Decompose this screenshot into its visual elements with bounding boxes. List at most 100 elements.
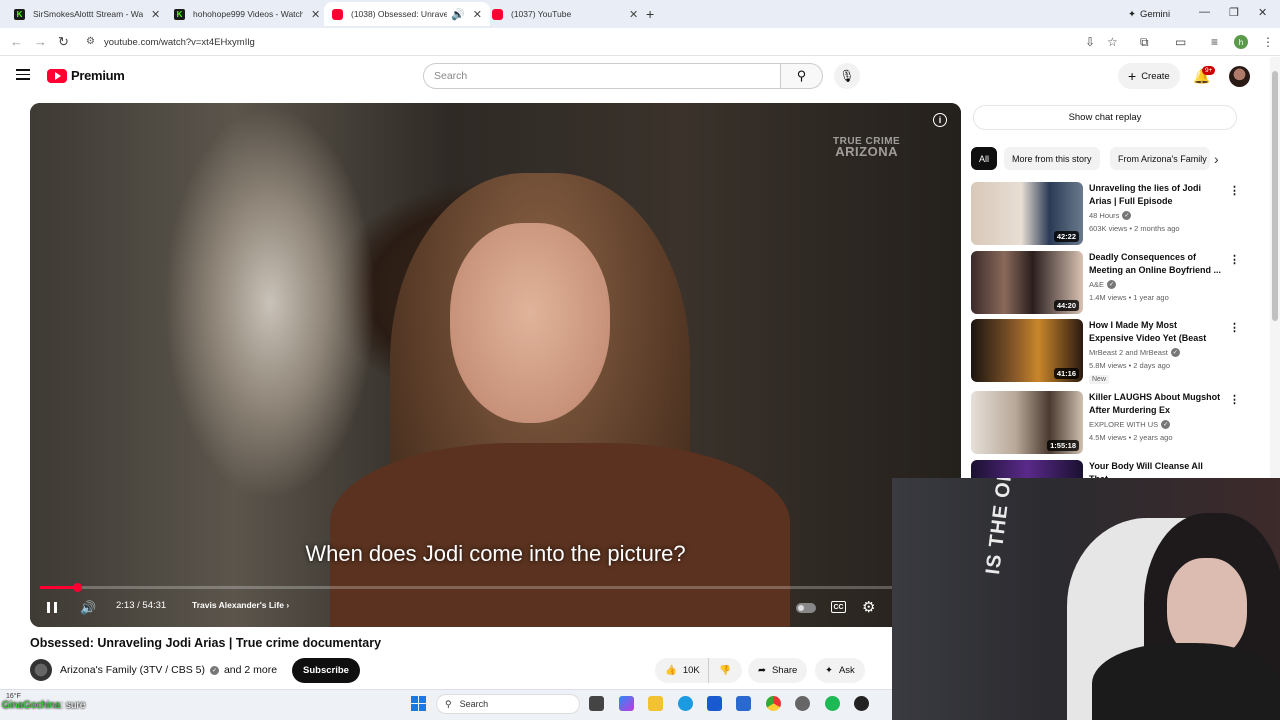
- cast-icon[interactable]: ▭: [1175, 35, 1186, 49]
- site-info-icon[interactable]: ⚙: [86, 36, 95, 47]
- gemini-button[interactable]: ✦ Gemini: [1122, 5, 1176, 23]
- share-button[interactable]: ➦ Share: [748, 658, 808, 683]
- reco-channel[interactable]: 48 Hours ✓: [1089, 211, 1132, 220]
- spotify-icon[interactable]: [825, 696, 840, 711]
- subscribe-button[interactable]: Subscribe: [292, 658, 360, 683]
- file-explorer-icon[interactable]: [648, 696, 663, 711]
- voice-search-button[interactable]: 🎙: [834, 63, 860, 89]
- reco-title[interactable]: Unraveling the lies of Jodi Arias | Full…: [1089, 182, 1224, 208]
- account-avatar[interactable]: [1229, 66, 1250, 87]
- reco-channel[interactable]: MrBeast 2 and MrBeast ✓: [1089, 348, 1180, 357]
- windows-start-icon[interactable]: [411, 696, 426, 711]
- more-options-icon[interactable]: ⋮: [1229, 184, 1240, 197]
- restore-icon[interactable]: ❐: [1229, 6, 1239, 19]
- more-menu-icon[interactable]: ⋮: [1262, 35, 1274, 49]
- reload-icon[interactable]: ↻: [58, 34, 69, 50]
- new-tab-icon[interactable]: +: [646, 6, 654, 22]
- show-chat-replay-button[interactable]: Show chat replay: [973, 105, 1237, 130]
- reco-channel[interactable]: EXPLORE WITH US ✓: [1089, 420, 1171, 429]
- weather-widget[interactable]: 16°F: [6, 693, 21, 700]
- reco-channel[interactable]: A&E ✓: [1089, 280, 1117, 289]
- obs-icon[interactable]: [854, 696, 869, 711]
- profile-avatar[interactable]: h: [1234, 35, 1248, 49]
- video-thumbnail[interactable]: [971, 460, 1083, 478]
- copilot-icon[interactable]: [619, 696, 634, 711]
- settings-icon[interactable]: [795, 696, 810, 711]
- browser-tab-active[interactable]: (1038) Obsessed: Unraveling 🔊 ✕: [324, 2, 490, 26]
- recommendation-item[interactable]: Your Body Will Cleanse All That ⋮: [971, 460, 1233, 478]
- info-icon[interactable]: i: [933, 113, 947, 127]
- chrome-icon[interactable]: [766, 696, 781, 711]
- hamburger-menu-icon[interactable]: [16, 69, 30, 80]
- outlook-icon[interactable]: [736, 696, 751, 711]
- browser-tab[interactable]: K SirSmokesAlottt Stream - Watc ✕: [6, 2, 168, 26]
- reco-title[interactable]: Killer LAUGHS About Mugshot After Murder…: [1089, 391, 1224, 417]
- and-more-link[interactable]: and 2 more: [224, 664, 277, 676]
- install-app-icon[interactable]: ⇩: [1085, 35, 1095, 49]
- more-options-icon[interactable]: ⋮: [1229, 321, 1240, 334]
- progress-bar[interactable]: [40, 583, 951, 592]
- task-view-icon[interactable]: [589, 696, 604, 711]
- minimize-icon[interactable]: —: [1199, 6, 1210, 18]
- search-input[interactable]: Search: [423, 63, 781, 89]
- create-button[interactable]: + Create: [1118, 63, 1180, 89]
- pause-icon[interactable]: [47, 602, 57, 613]
- channel-info[interactable]: Arizona's Family (3TV / CBS 5) ✓ and 2 m…: [60, 664, 277, 676]
- store-icon[interactable]: [707, 696, 722, 711]
- browser-tab[interactable]: K hohohope999 Videos - Watch ✕: [166, 2, 328, 26]
- channel-avatar[interactable]: [30, 659, 52, 681]
- video-thumbnail[interactable]: 41:16: [971, 319, 1083, 382]
- taskbar-search[interactable]: ⚲ Search: [436, 694, 580, 714]
- reco-title[interactable]: Your Body Will Cleanse All That: [1089, 460, 1224, 478]
- video-thumbnail[interactable]: 44:20: [971, 251, 1083, 314]
- reading-list-icon[interactable]: ≡: [1211, 35, 1218, 49]
- chapter-button[interactable]: Travis Alexander's Life ›: [192, 600, 289, 610]
- forward-icon[interactable]: →: [34, 34, 47, 49]
- search-button[interactable]: ⚲: [781, 63, 823, 89]
- video-player[interactable]: TRUE CRIME ARIZONA i When does Jodi come…: [30, 103, 961, 627]
- chip-all[interactable]: All: [971, 147, 998, 170]
- volume-icon[interactable]: 🔊: [80, 600, 96, 616]
- recommendation-item[interactable]: 41:16 How I Made My Most Expensive Video…: [971, 319, 1240, 384]
- browser-tab[interactable]: (1037) YouTube ✕: [484, 2, 646, 26]
- scrollbar-thumb[interactable]: [1272, 71, 1278, 321]
- recommendation-item[interactable]: 44:20 Deadly Consequences of Meeting an …: [971, 251, 1240, 315]
- channel-name[interactable]: Arizona's Family (3TV / CBS 5): [60, 664, 205, 676]
- chip-from-channel[interactable]: From Arizona's Family: [1110, 147, 1210, 170]
- video-thumbnail[interactable]: 1:55:18: [971, 391, 1083, 454]
- reco-title[interactable]: How I Made My Most Expensive Video Yet (…: [1089, 319, 1224, 345]
- youtube-header: Premium Search ⚲ 🎙 + Create 🔔 9+: [0, 57, 1270, 97]
- captions-button[interactable]: CC: [831, 601, 846, 613]
- url-field[interactable]: ⚙ youtube.com/watch?v=xt4EHxymIlg: [80, 31, 1080, 53]
- video-title: Obsessed: Unraveling Jodi Arias | True c…: [30, 636, 382, 650]
- share-icon: ➦: [758, 665, 766, 676]
- close-window-icon[interactable]: ✕: [1258, 6, 1267, 19]
- back-icon[interactable]: ←: [10, 34, 23, 49]
- extensions-icon[interactable]: ⧉: [1140, 35, 1149, 50]
- video-thumbnail[interactable]: 42:22: [971, 182, 1083, 245]
- chip-more-from-story[interactable]: More from this story: [1004, 147, 1100, 170]
- bookmark-star-icon[interactable]: ☆: [1107, 35, 1118, 49]
- page-scrollbar[interactable]: [1270, 57, 1280, 478]
- dislike-button[interactable]: 👎: [708, 658, 742, 683]
- close-tab-icon[interactable]: ✕: [151, 8, 160, 21]
- ask-button[interactable]: ✦ Ask: [815, 658, 865, 683]
- close-tab-icon[interactable]: ✕: [311, 8, 320, 21]
- recommendation-item[interactable]: 1:55:18 Killer LAUGHS About Mugshot Afte…: [971, 391, 1240, 455]
- reco-title[interactable]: Deadly Consequences of Meeting an Online…: [1089, 251, 1224, 277]
- youtube-premium-logo[interactable]: Premium: [47, 68, 125, 83]
- autoplay-toggle[interactable]: [796, 603, 816, 613]
- close-tab-icon[interactable]: ✕: [629, 8, 638, 21]
- close-tab-icon[interactable]: ✕: [473, 8, 482, 21]
- more-options-icon[interactable]: ⋮: [1229, 393, 1240, 406]
- recommendation-item[interactable]: 42:22 Unraveling the lies of Jodi Arias …: [971, 182, 1240, 246]
- more-options-icon[interactable]: ⋮: [1229, 253, 1240, 266]
- settings-gear-icon[interactable]: ⚙: [862, 598, 875, 616]
- speaker-icon[interactable]: 🔊: [451, 8, 465, 21]
- like-button[interactable]: 👍 10K: [655, 658, 708, 683]
- verified-icon: ✓: [1122, 211, 1132, 220]
- edge-icon[interactable]: [678, 696, 693, 711]
- chevron-right-icon[interactable]: ›: [1214, 151, 1219, 167]
- scrubber-handle[interactable]: [73, 583, 83, 592]
- more-options-icon[interactable]: ⋮: [1229, 462, 1233, 475]
